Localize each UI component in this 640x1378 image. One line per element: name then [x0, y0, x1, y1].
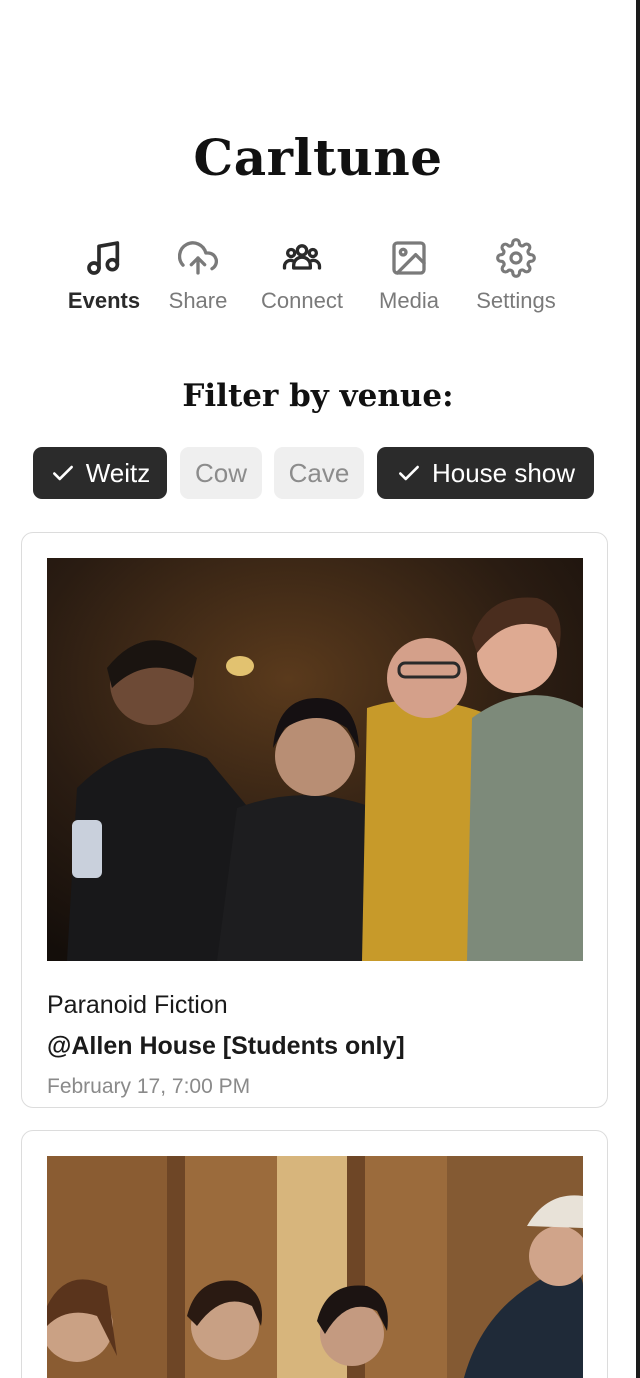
- main-nav: Events Share Connect Media Settings: [0, 236, 636, 326]
- venue-chip-cave[interactable]: Cave: [274, 447, 364, 499]
- event-photo: [47, 558, 583, 961]
- venue-chip-house-show[interactable]: House show: [377, 447, 594, 499]
- filter-heading: Filter by venue:: [182, 378, 454, 414]
- music-note-icon: [82, 236, 126, 280]
- nav-item-connect[interactable]: Connect: [247, 236, 357, 314]
- nav-item-media[interactable]: Media: [354, 236, 464, 314]
- nav-item-settings[interactable]: Settings: [461, 236, 571, 314]
- nav-label-media: Media: [379, 288, 439, 313]
- nav-item-share[interactable]: Share: [143, 236, 253, 314]
- chip-label: Cow: [194, 457, 247, 488]
- chip-label: House show: [431, 457, 576, 488]
- event-card[interactable]: Paranoid Fiction @Allen House [Students …: [21, 532, 608, 1108]
- chip-label: Cave: [288, 457, 350, 488]
- event-card[interactable]: [21, 1130, 608, 1378]
- nav-label-share: Share: [168, 288, 228, 313]
- gear-icon: [494, 236, 538, 280]
- venue-chip-weitz[interactable]: Weitz: [33, 447, 167, 499]
- nav-label-events: Events: [67, 288, 141, 313]
- image-icon: [387, 236, 431, 280]
- nav-label-settings: Settings: [476, 288, 556, 313]
- people-group-icon: [280, 236, 324, 280]
- checkmark-icon: [50, 460, 76, 486]
- checkmark-icon: [396, 460, 422, 486]
- chip-label: Weitz: [85, 457, 151, 488]
- event-date: February 17, 7:00 PM: [47, 1075, 251, 1098]
- nav-label-connect: Connect: [261, 288, 343, 313]
- venue-chip-cow[interactable]: Cow: [180, 447, 262, 499]
- window-edge: [636, 0, 640, 1378]
- event-venue: @Allen House [Students only]: [47, 1032, 405, 1060]
- event-artist: Paranoid Fiction: [47, 991, 228, 1019]
- app-title: Carltune: [193, 128, 443, 187]
- cloud-upload-icon: [176, 236, 220, 280]
- event-photo: [47, 1156, 583, 1378]
